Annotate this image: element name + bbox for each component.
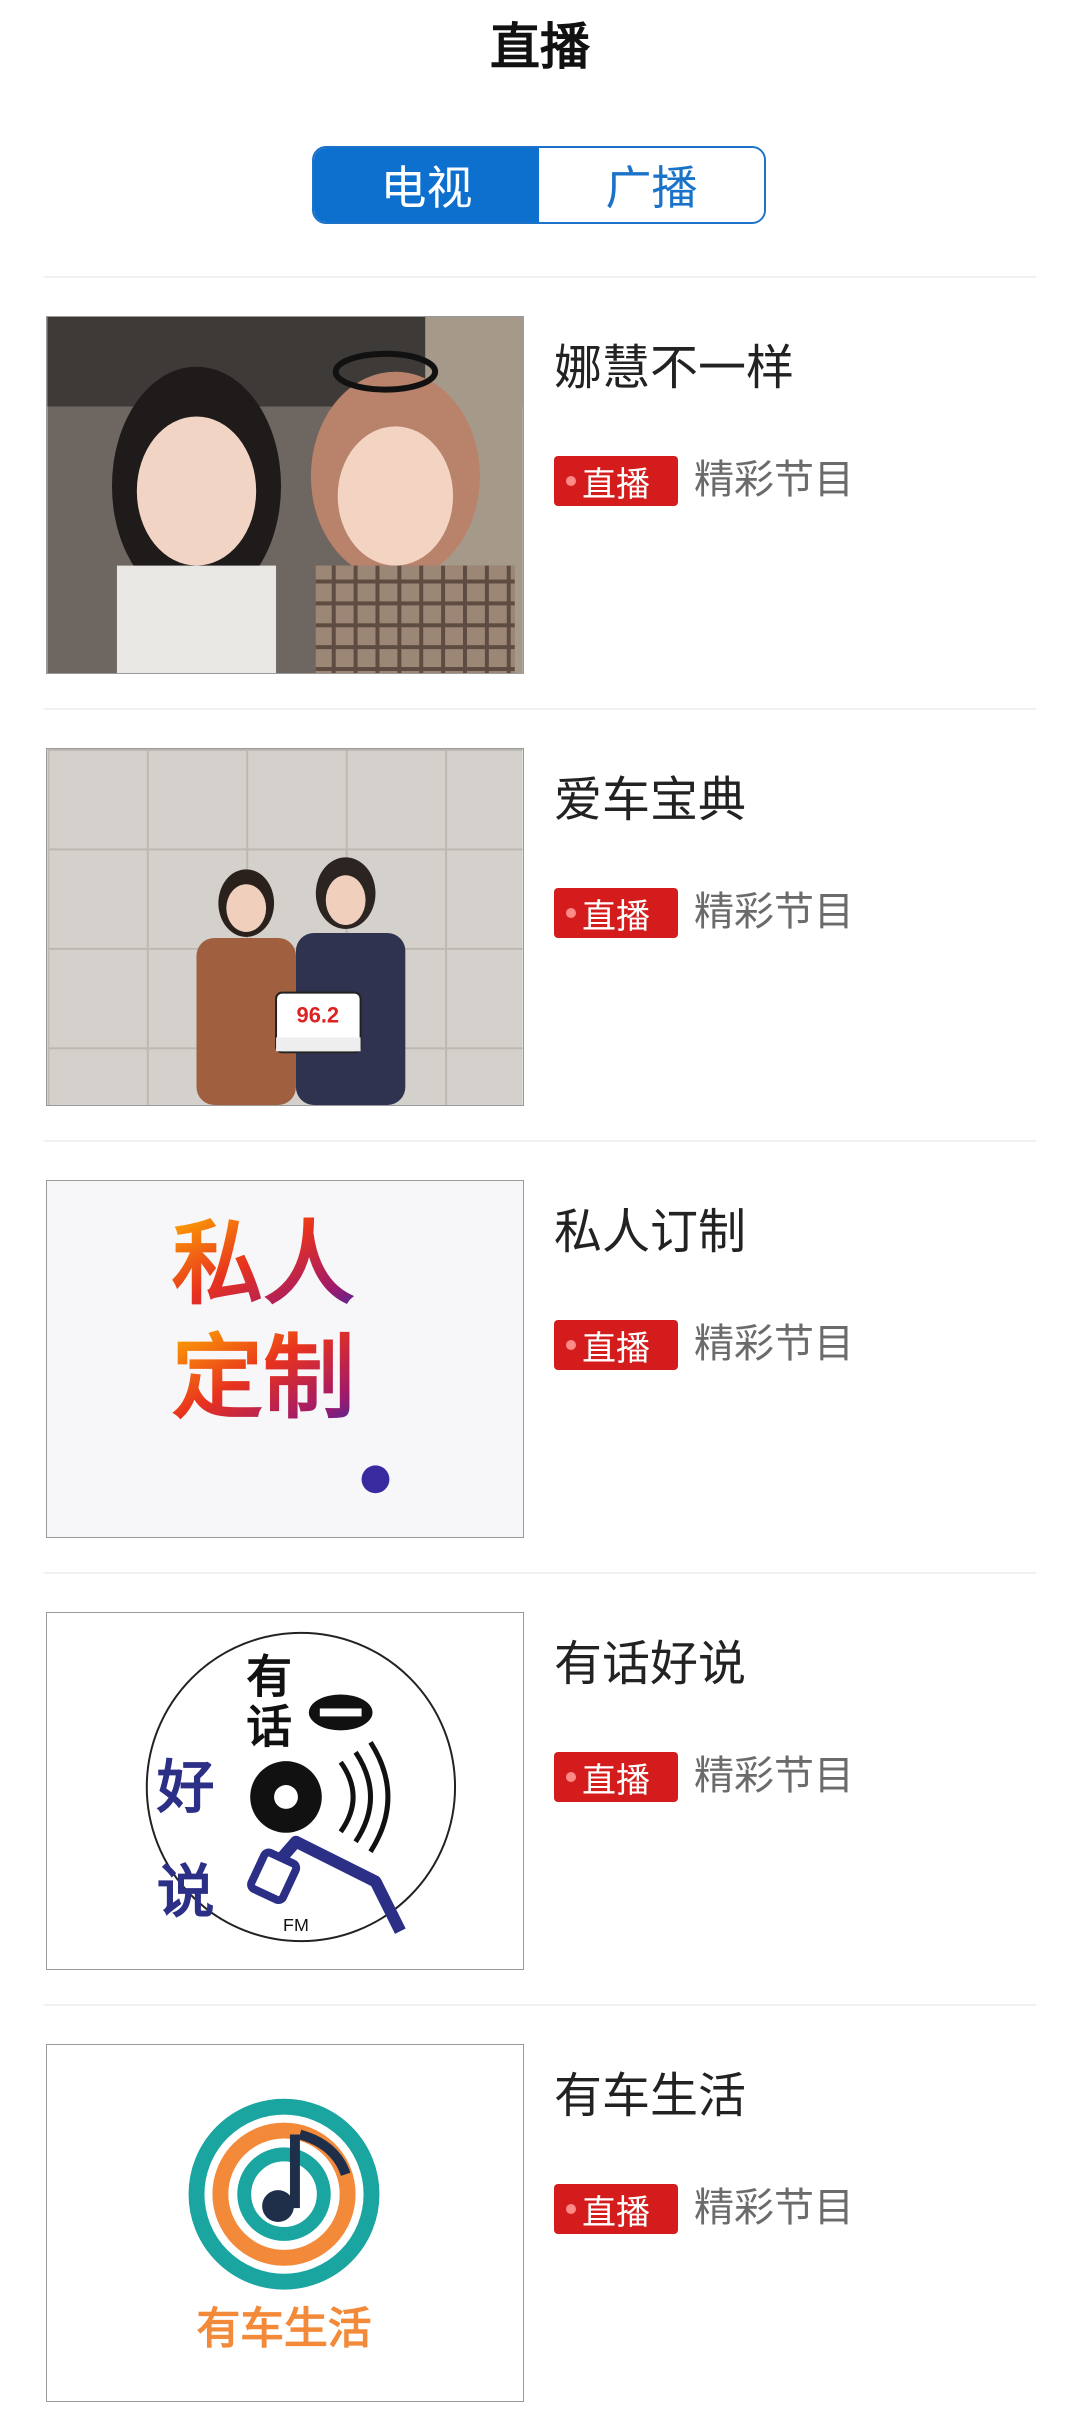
svg-text:好: 好 (156, 1753, 215, 1821)
live-badge: 直播 (554, 1752, 678, 1802)
svg-text:有: 有 (246, 1651, 292, 1704)
page-title: 直播 (490, 18, 590, 76)
program-subtitle: 精彩节目 (694, 2185, 854, 2231)
live-dot-icon (566, 2204, 576, 2214)
svg-text:定制: 定制 (172, 1325, 355, 1432)
svg-text:私人: 私人 (172, 1210, 355, 1317)
divider (44, 1140, 1036, 1142)
hosts-photo-image: 96.2 (47, 749, 523, 1105)
car-life-logo: 有车生活 (47, 2045, 523, 2401)
private-custom-logo: 私人 定制 (47, 1181, 523, 1537)
live-badge: 直播 (554, 888, 678, 938)
divider (44, 276, 1036, 278)
good-talk-logo: 好 说 有 话 FM (47, 1613, 523, 1969)
tab-radio[interactable]: 广播 (539, 148, 764, 222)
program-item[interactable]: 娜慧不一样 直播 精彩节目 (46, 316, 1036, 676)
program-item[interactable]: 私人 定制 私人订制 直播 精彩节目 (46, 1180, 1036, 1540)
program-title: 私人订制 (554, 1204, 747, 1260)
program-title: 娜慧不一样 (554, 340, 795, 396)
tab-tv[interactable]: 电视 (314, 148, 539, 222)
program-subtitle: 精彩节目 (694, 1321, 854, 1367)
hosts-photo-image (47, 317, 523, 673)
tab-bar: 电视 广播 (312, 146, 766, 224)
svg-text:话: 话 (246, 1700, 292, 1753)
program-thumbnail: 私人 定制 (46, 1180, 524, 1538)
live-dot-icon (566, 476, 576, 486)
live-badge: 直播 (554, 2184, 678, 2234)
program-subtitle: 精彩节目 (694, 457, 854, 503)
live-badge-label: 直播 (582, 896, 650, 937)
live-dot-icon (566, 1340, 576, 1350)
program-item[interactable]: 96.2 爱车宝典 直播 精彩节目 (46, 748, 1036, 1108)
divider (44, 1572, 1036, 1574)
program-subtitle: 精彩节目 (694, 1753, 854, 1799)
program-thumbnail: 好 说 有 话 FM (46, 1612, 524, 1970)
program-title: 爱车宝典 (554, 772, 747, 828)
program-thumbnail: 有车生活 (46, 2044, 524, 2402)
live-badge: 直播 (554, 456, 678, 506)
divider (44, 708, 1036, 710)
fm-label: FM (283, 1915, 309, 1935)
program-item[interactable]: 有车生活 有车生活 直播 精彩节目 (46, 2044, 1036, 2404)
svg-text:说: 说 (157, 1857, 215, 1925)
car-life-logo-text: 有车生活 (196, 2303, 371, 2354)
program-subtitle: 精彩节目 (694, 889, 854, 935)
program-thumbnail (46, 316, 524, 674)
live-badge-label: 直播 (582, 1760, 650, 1801)
divider (44, 2004, 1036, 2006)
live-dot-icon (566, 908, 576, 918)
live-badge: 直播 (554, 1320, 678, 1370)
program-thumbnail: 96.2 (46, 748, 524, 1106)
live-dot-icon (566, 1772, 576, 1782)
program-title: 有话好说 (554, 1636, 747, 1692)
program-title: 有车生活 (554, 2068, 747, 2124)
svg-text:96.2: 96.2 (297, 1002, 340, 1027)
live-badge-label: 直播 (582, 1328, 650, 1369)
program-item[interactable]: 好 说 有 话 FM 有话好说 直播 精彩节目 (46, 1612, 1036, 1972)
live-badge-label: 直播 (582, 2192, 650, 2233)
live-badge-label: 直播 (582, 464, 650, 505)
